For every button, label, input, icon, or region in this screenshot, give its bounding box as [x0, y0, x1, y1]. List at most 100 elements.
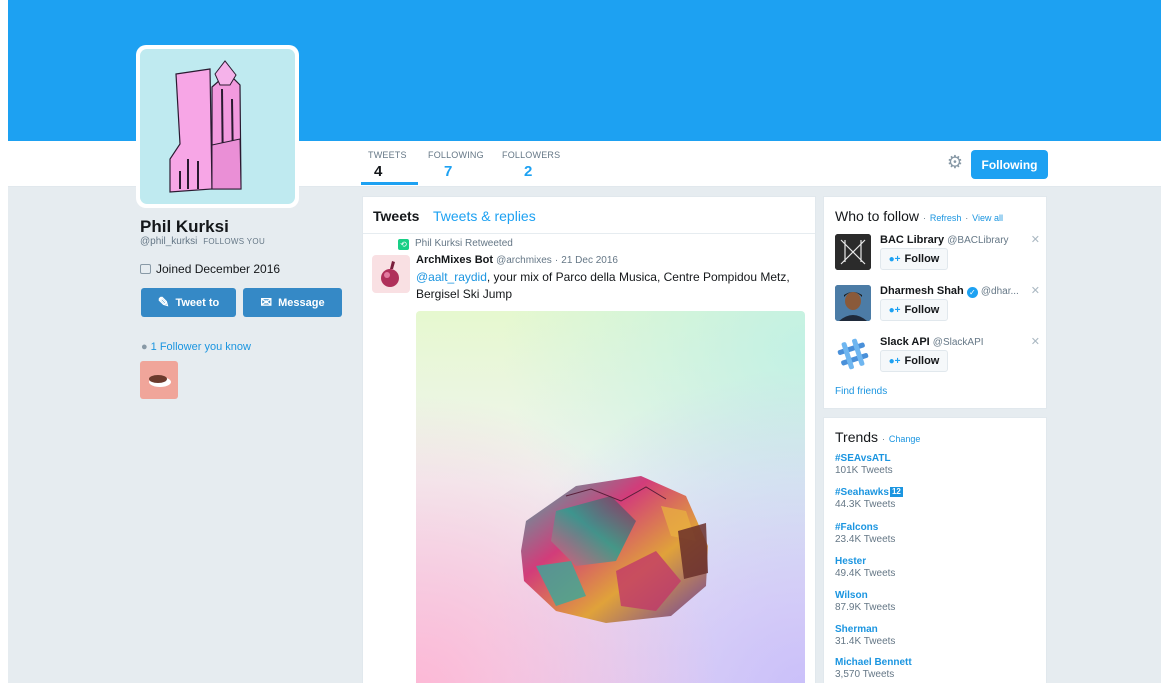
suggestion-handle[interactable]: @dhar... [981, 286, 1019, 297]
follow-label: Follow [904, 355, 940, 367]
trend-item[interactable]: #Seahawks 12 44.3K Tweets [835, 487, 1035, 510]
tweet-date[interactable]: 21 Dec 2016 [561, 255, 618, 266]
retweeted-by[interactable]: Phil Kurksi Retweeted [415, 238, 513, 249]
follow-button[interactable]: ●+ Follow [880, 248, 948, 270]
tweet-separator: · [554, 255, 559, 266]
stat-tweets[interactable]: TWEETS 4 [368, 150, 407, 180]
bac-library-logo [835, 234, 871, 270]
suggestion-name-line: Dharmesh Shah ✓ @dhar... [880, 285, 1030, 298]
stat-following-label: FOLLOWING [428, 150, 484, 160]
dismiss-icon[interactable]: ✕ [1031, 335, 1040, 348]
dismiss-icon[interactable]: ✕ [1031, 284, 1040, 297]
stat-followers-label: FOLLOWERS [502, 150, 561, 160]
profile-handle[interactable]: @phil_kurksi [140, 236, 197, 247]
refresh-link[interactable]: Refresh [930, 213, 962, 223]
add-person-icon: ●+ [888, 356, 901, 367]
avatar-image [140, 49, 295, 204]
message-button[interactable]: ✉ Message [243, 288, 342, 317]
stat-following[interactable]: FOLLOWING 7 [428, 150, 484, 180]
follow-button[interactable]: ●+ Follow [880, 299, 948, 321]
suggestion-avatar[interactable] [835, 234, 871, 270]
trend-name: Michael Bennett [835, 657, 912, 668]
trend-name: #SEAvsATL [835, 453, 891, 464]
tab-tweets-replies[interactable]: Tweets & replies [433, 208, 536, 224]
dismiss-icon[interactable]: ✕ [1031, 233, 1040, 246]
retweet-icon: ⟲ [398, 239, 409, 250]
followers-you-know-text: 1 Follower you know [150, 341, 251, 353]
timeline-tabs [363, 197, 815, 234]
trend-name: #Seahawks [835, 487, 889, 498]
retweet-context: ⟲ Phil Kurksi Retweeted [398, 238, 513, 250]
who-to-follow-header: Who to follow · Refresh · View all [835, 208, 1003, 224]
joined-text: Joined December 2016 [156, 262, 281, 276]
trend-item[interactable]: Wilson 87.9K Tweets [835, 590, 1035, 613]
follow-label: Follow [904, 304, 940, 316]
trend-name: Sherman [835, 624, 878, 635]
tab-tweets[interactable]: Tweets [373, 208, 419, 224]
tweet-to-button[interactable]: ✎ Tweet to [141, 288, 236, 317]
suggestion-name[interactable]: BAC Library [880, 234, 944, 246]
calendar-icon [140, 264, 151, 274]
tweet-text: @aalt_raydid, your mix of Parco della Mu… [416, 269, 811, 303]
page-edge [0, 0, 8, 683]
trend-name: Hester [835, 556, 867, 567]
trend-emoji-badge: 12 [889, 487, 903, 497]
add-person-icon: ●+ [888, 305, 901, 316]
suggestion-item: Dharmesh Shah ✓ @dhar... ✕ ●+ Follow [835, 285, 1040, 327]
trend-count: 101K Tweets [835, 465, 893, 476]
joined-date: Joined December 2016 [140, 262, 280, 276]
who-to-follow-title: Who to follow [835, 208, 920, 224]
change-trends-link[interactable]: Change [889, 434, 921, 444]
suggestion-avatar[interactable] [835, 285, 871, 321]
timeline: Tweets Tweets & replies ⟲ Phil Kurksi Ret… [362, 196, 816, 683]
bot-avatar-graphic [381, 261, 399, 287]
trend-name: #Falcons [835, 522, 879, 533]
tweet-media-image[interactable] [416, 311, 805, 683]
slack-api-logo [837, 338, 869, 370]
tweet-author-avatar[interactable] [372, 255, 410, 293]
trend-count: 44.3K Tweets [835, 499, 896, 510]
trend-item[interactable]: #SEAvsATL 101K Tweets [835, 453, 1035, 476]
trend-item[interactable]: Michael Bennett 3,570 Tweets [835, 657, 1035, 680]
trend-item[interactable]: Sherman 31.4K Tweets [835, 624, 1035, 647]
trend-count: 87.9K Tweets [835, 602, 896, 613]
trends-card: Trends · Change #SEAvsATL 101K Tweets #S… [823, 417, 1047, 683]
profile-avatar[interactable] [136, 45, 299, 208]
tweet-to-label: Tweet to [175, 297, 220, 309]
stat-followers-value: 2 [524, 163, 533, 180]
view-all-link[interactable]: View all [972, 213, 1003, 223]
title-separator: · [922, 213, 926, 223]
message-label: Message [278, 297, 325, 309]
stat-tweets-value: 4 [374, 163, 383, 180]
trends-header: Trends · Change [835, 429, 920, 445]
suggestion-name[interactable]: Dharmesh Shah [880, 285, 964, 297]
following-button[interactable]: Following [971, 150, 1048, 179]
gear-icon[interactable]: ⚙ [945, 152, 965, 172]
tweet-mention[interactable]: @aalt_raydid [416, 270, 487, 284]
compose-icon: ✎ [157, 294, 170, 310]
trend-item[interactable]: #Falcons 23.4K Tweets [835, 522, 1035, 545]
avatar-building-graphic [169, 60, 242, 193]
tweet-media-graphic [521, 476, 708, 623]
tweet-author-name[interactable]: ArchMixes Bot [416, 254, 493, 266]
suggestion-handle[interactable]: @BACLibrary [947, 235, 1008, 246]
suggestion-avatar[interactable] [835, 336, 871, 372]
find-friends-link[interactable]: Find friends [835, 386, 887, 397]
suggestion-item: Slack API @SlackAPI ✕ ●+ Follow [835, 336, 1040, 378]
stat-following-value: 7 [444, 163, 453, 180]
follow-button[interactable]: ●+ Follow [880, 350, 948, 372]
stat-followers[interactable]: FOLLOWERS 2 [502, 150, 560, 180]
suggestion-handle[interactable]: @SlackAPI [933, 337, 984, 348]
followers-you-know-link[interactable]: ● 1 Follower you know [141, 341, 251, 353]
suggestion-name[interactable]: Slack API [880, 336, 930, 348]
follows-you-badge: FOLLOWS YOU [203, 237, 266, 246]
tweet-author-handle[interactable]: @archmixes [496, 255, 552, 266]
trend-item[interactable]: Hester 49.4K Tweets [835, 556, 1035, 579]
dharmesh-shah-photo [835, 285, 871, 321]
trend-name-line: #Seahawks 12 [835, 487, 1035, 498]
profile-name[interactable]: Phil Kurksi [140, 217, 229, 237]
follower-avatar[interactable] [140, 361, 178, 399]
trend-count: 31.4K Tweets [835, 636, 896, 647]
title-separator: · [965, 213, 969, 223]
trend-count: 3,570 Tweets [835, 669, 895, 680]
